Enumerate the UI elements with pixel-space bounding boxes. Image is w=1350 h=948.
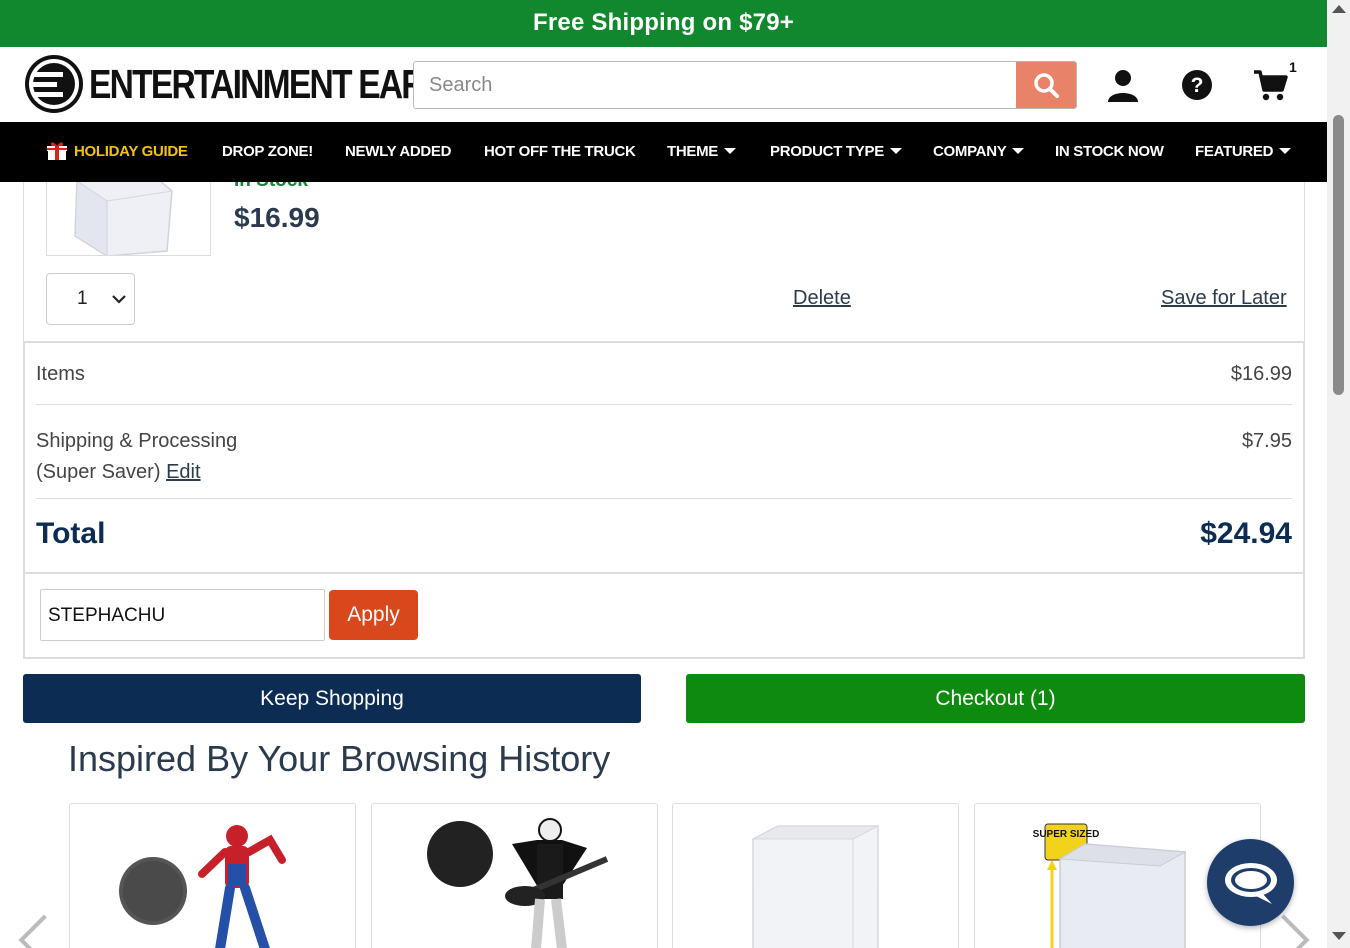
recommendations-heading: Inspired By Your Browsing History [68,738,611,779]
quantity-value: 1 [77,288,88,309]
nav-holiday-guide[interactable]: HOLIDAY GUIDE [46,122,188,182]
nav-hot-off-the-truck[interactable]: HOT OFF THE TRUCK [484,122,636,182]
nav-newly-added-label: NEWLY ADDED [345,143,452,160]
apply-button[interactable]: Apply [329,590,418,640]
display-case-image [752,825,879,948]
nav-hot-off-the-truck-label: HOT OFF THE TRUCK [484,143,636,160]
kiss-figure-image [427,818,609,948]
caret-down-icon [724,148,737,155]
scroll-thumb[interactable] [1333,115,1344,395]
chevron-down-icon [112,295,126,304]
search-input[interactable] [414,62,1016,108]
nav-drop-zone-label: DROP ZONE! [222,143,313,160]
search-icon [1034,73,1059,98]
nav-featured-label: FEATURED [1195,143,1274,160]
account-button[interactable] [1103,65,1143,105]
search-box [413,61,1077,109]
shipping-value: $7.95 [1241,430,1292,452]
caret-down-icon [889,148,902,155]
search-button[interactable] [1016,62,1076,108]
items-label: Items [36,363,85,385]
help-button[interactable]: ? [1177,65,1217,105]
gift-icon [47,142,67,161]
svg-text:?: ? [1191,74,1204,97]
page: Free Shipping on $79+ ENTERTAINMENT EART… [0,0,1350,948]
edit-shipping-link[interactable]: Edit [166,461,200,483]
cart-button[interactable] [1251,65,1291,105]
scroll-down-icon[interactable] [1332,932,1346,940]
cart-icon [1254,70,1288,101]
nav-drop-zone[interactable]: DROP ZONE! [222,122,313,182]
main-nav: HOLIDAY GUIDE DROP ZONE! NEWLY ADDED HOT… [0,122,1327,182]
shipping-row: Shipping & Processing (Super Saver) Edit… [36,426,1292,488]
order-summary: Items $16.99 Shipping & Processing (Supe… [23,341,1305,574]
cart-count-badge: 1 [1289,59,1297,75]
chat-bubble-icon [1224,862,1277,904]
nav-theme[interactable]: THEME [667,122,737,182]
total-row: Total $24.94 [36,517,1292,551]
save-for-later-link[interactable]: Save for Later [1161,287,1287,310]
scroll-up-icon[interactable] [1332,5,1346,13]
nav-theme-label: THEME [667,143,719,160]
shipping-label: Shipping & Processing [36,430,238,452]
recommendation-card[interactable] [69,803,356,948]
page-scrollbar[interactable] [1327,0,1350,948]
nav-holiday-guide-label: HOLIDAY GUIDE [74,143,188,160]
logo-mark-icon [25,55,83,113]
site-header: ENTERTAINMENT EARTH ? [0,47,1327,122]
free-shipping-banner[interactable]: Free Shipping on $79+ [0,0,1327,47]
logo-text: ENTERTAINMENT EARTH [89,60,467,107]
total-value: $24.94 [1200,517,1292,550]
spider-man-figure-image [119,825,286,948]
delete-link[interactable]: Delete [793,287,851,310]
nav-newly-added[interactable]: NEWLY ADDED [345,122,451,182]
total-label: Total [36,517,106,550]
carousel-prev-icon[interactable] [18,914,70,948]
caret-down-icon [1012,148,1025,155]
quantity-select[interactable]: 1 [46,273,135,325]
super-sized-badge: SUPER SIZED [1033,829,1100,840]
nav-featured[interactable]: FEATURED [1195,122,1292,182]
nav-in-stock-now-label: IN STOCK NOW [1055,143,1164,160]
caret-down-icon [1279,148,1292,155]
checkout-button[interactable]: Checkout (1) [686,674,1305,723]
items-value: $16.99 [1230,363,1292,385]
nav-in-stock-now[interactable]: IN STOCK NOW [1055,122,1164,182]
divider [36,404,1292,405]
shipping-method: (Super Saver) [36,461,161,483]
nav-product-type[interactable]: PRODUCT TYPE [770,122,902,182]
nav-company[interactable]: COMPANY [933,122,1025,182]
user-icon [1108,70,1138,102]
recommendation-card[interactable] [672,803,959,948]
chat-button[interactable] [1207,839,1294,926]
item-price: $16.99 [234,202,320,233]
nav-product-type-label: PRODUCT TYPE [770,143,884,160]
promo-code-input[interactable]: STEPHACHU [40,589,325,641]
nav-company-label: COMPANY [933,143,1007,160]
recommendation-card[interactable] [371,803,658,948]
items-row: Items $16.99 [36,363,1292,386]
divider [36,498,1292,499]
question-icon: ? [1182,70,1212,100]
keep-shopping-button[interactable]: Keep Shopping [23,674,641,723]
